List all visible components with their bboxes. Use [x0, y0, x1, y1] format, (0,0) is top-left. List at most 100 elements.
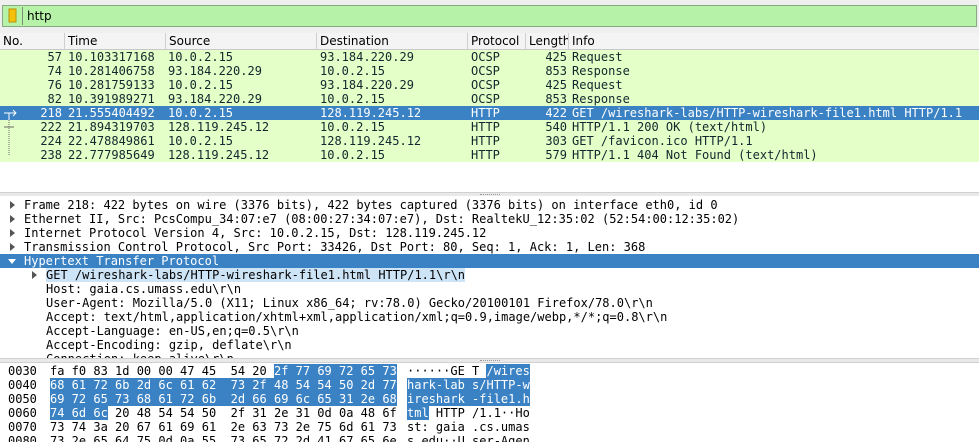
packet-cell-src: 10.0.2.15 [168, 78, 234, 92]
packet-details-tree[interactable]: Frame 218: 422 bytes on wire (3376 bits)… [0, 196, 979, 358]
detail-tree-label: Internet Protocol Version 4, Src: 10.0.2… [24, 226, 487, 240]
detail-tree-label: Transmission Control Protocol, Src Port:… [24, 240, 646, 254]
packet-cell-info: GET /favicon.ico HTTP/1.1 [572, 134, 753, 148]
packet-row[interactable]: 57 10.103317168 10.0.2.15 93.184.220.29 OCSP… [0, 50, 979, 64]
detail-tree-item[interactable]: Host: gaia.cs.umass.edu\r\n [0, 282, 979, 296]
hex-ascii[interactable]: s.edu··U ser-Agen [407, 434, 530, 442]
packet-cell-src: 93.184.220.29 [168, 92, 262, 106]
collapsed-arrow-icon[interactable] [8, 243, 16, 251]
hex-bytes[interactable]: fa f0 83 1d 00 00 47 45 54 20 2f 77 69 7… [50, 364, 397, 378]
packet-cell-len: 579 [545, 148, 567, 162]
packet-cell-dst: 93.184.220.29 [320, 50, 414, 64]
packet-cell-len: 422 [545, 106, 567, 120]
hex-bytes-highlighted: 68 61 72 6b 2d 6c 61 62 73 2f 48 54 54 5… [50, 378, 397, 392]
related-response-icon [8, 148, 10, 155]
packet-cell-time: 10.281759133 [68, 78, 155, 92]
detail-tree-item[interactable]: Hypertext Transfer Protocol [0, 254, 979, 268]
detail-tree-item[interactable]: Accept: text/html,application/xhtml+xml,… [0, 310, 979, 324]
hex-ascii[interactable]: tml HTTP /1.1··Ho [407, 406, 530, 420]
hex-ascii[interactable]: st: gaia .cs.umas [407, 420, 530, 434]
detail-tree-label: GET /wireshark-labs/HTTP-wireshark-file1… [46, 268, 466, 282]
packet-row[interactable]: 76 10.281759133 10.0.2.15 93.184.220.29 OCSP… [0, 78, 979, 92]
hex-row: 0060 74 6d 6c 20 48 54 54 50 2f 31 2e 31 … [0, 406, 979, 420]
hex-ascii-plain: ······GE T [407, 364, 487, 378]
packet-cell-src: 128.119.245.12 [168, 120, 270, 134]
hex-ascii[interactable]: hark-lab s/HTTP-w [407, 378, 530, 392]
packet-list-header: No. Time Source Destination Protocol Len… [0, 33, 979, 50]
packet-cell-len: 853 [545, 64, 567, 78]
hex-bytes-highlighted: 74 6d 6c [50, 406, 108, 420]
collapsed-arrow-icon[interactable] [8, 215, 16, 223]
packet-cell-proto: OCSP [471, 78, 500, 92]
column-header-source[interactable]: Source [166, 33, 317, 50]
collapsed-arrow-icon[interactable] [30, 271, 38, 279]
hex-ascii[interactable]: ······GE T /wires [407, 364, 530, 378]
packet-cell-time: 21.555404492 [68, 106, 155, 120]
hex-offset: 0060 [8, 406, 37, 420]
bookmark-icon[interactable] [6, 8, 19, 24]
packet-cell-time: 10.391989271 [68, 92, 155, 106]
column-header-protocol[interactable]: Protocol [468, 33, 526, 50]
detail-tree-item[interactable]: GET /wireshark-labs/HTTP-wireshark-file1… [0, 268, 979, 282]
hex-ascii-plain: s.edu··U ser-Agen [407, 434, 530, 442]
packet-cell-no: 57 [47, 50, 62, 64]
hex-bytes-highlighted: 69 72 65 73 68 61 72 6b 2d 66 69 6c 65 3… [50, 392, 397, 406]
collapsed-arrow-icon[interactable] [8, 229, 16, 237]
column-header-no[interactable]: No. [0, 33, 65, 50]
related-response-icon [4, 120, 14, 134]
packet-cell-len: 425 [545, 78, 567, 92]
packet-bytes-pane[interactable]: 0030 fa f0 83 1d 00 00 47 45 54 20 2f 77 … [0, 363, 979, 442]
column-header-length[interactable]: Length [526, 33, 569, 50]
column-header-destination[interactable]: Destination [317, 33, 468, 50]
detail-tree-label: User-Agent: Mozilla/5.0 (X11; Linux x86_… [46, 296, 653, 310]
expanded-arrow-icon[interactable] [8, 257, 16, 265]
packet-cell-info: Request [572, 50, 623, 64]
column-header-info[interactable]: Info [569, 33, 979, 50]
hex-bytes[interactable]: 69 72 65 73 68 61 72 6b 2d 66 69 6c 65 3… [50, 392, 397, 406]
hex-bytes[interactable]: 74 6d 6c 20 48 54 54 50 2f 31 2e 31 0d 0… [50, 406, 397, 420]
packet-row[interactable]: 218 21.555404492 10.0.2.15 128.119.245.12 HT… [0, 106, 979, 120]
column-header-time[interactable]: Time [65, 33, 166, 50]
hex-bytes[interactable]: 73 2e 65 64 75 0d 0a 55 73 65 72 2d 41 6… [50, 434, 397, 442]
hex-bytes[interactable]: 73 74 3a 20 67 61 69 61 2e 63 73 2e 75 6… [50, 420, 397, 434]
hex-ascii-highlighted: hark-lab s/HTTP-w [407, 378, 530, 392]
detail-tree-item[interactable]: Accept-Encoding: gzip, deflate\r\n [0, 338, 979, 352]
detail-tree-item[interactable]: Accept-Language: en-US,en;q=0.5\r\n [0, 324, 979, 338]
detail-tree-label: Frame 218: 422 bytes on wire (3376 bits)… [24, 198, 718, 212]
packet-cell-no: 76 [47, 78, 62, 92]
hex-offset: 0030 [8, 364, 37, 378]
collapsed-arrow-icon[interactable] [8, 201, 16, 209]
packet-row[interactable]: 238 22.777985649 128.119.245.12 10.0.2.15 HT… [0, 148, 979, 162]
packet-cell-len: 540 [545, 120, 567, 134]
packet-cell-time: 10.103317168 [68, 50, 155, 64]
packet-cell-len: 303 [545, 134, 567, 148]
hex-ascii[interactable]: ireshark -file1.h [407, 392, 530, 406]
display-filter-input[interactable] [27, 7, 967, 25]
packet-cell-dst: 10.0.2.15 [320, 120, 386, 134]
packet-cell-proto: OCSP [471, 50, 500, 64]
packet-cell-info: HTTP/1.1 404 Not Found (text/html) [572, 148, 818, 162]
packet-cell-no: 82 [47, 92, 62, 106]
hex-bytes[interactable]: 68 61 72 6b 2d 6c 61 62 73 2f 48 54 54 5… [50, 378, 397, 392]
detail-tree-label: Hypertext Transfer Protocol [24, 254, 220, 268]
packet-row[interactable]: 222 21.894319703 128.119.245.12 10.0.2.15 HT… [0, 120, 979, 134]
packet-cell-proto: HTTP [471, 134, 500, 148]
packet-row[interactable]: 74 10.281406758 93.184.220.29 10.0.2.15 OCSP… [0, 64, 979, 78]
hex-offset: 0070 [8, 420, 37, 434]
detail-tree-label: Ethernet II, Src: PcsCompu_34:07:e7 (08:… [24, 212, 740, 226]
display-filter-box[interactable] [2, 5, 977, 27]
detail-tree-item[interactable]: Transmission Control Protocol, Src Port:… [0, 240, 979, 254]
packet-cell-proto: HTTP [471, 120, 500, 134]
detail-tree-item[interactable]: Frame 218: 422 bytes on wire (3376 bits)… [0, 198, 979, 212]
packet-row[interactable]: 224 22.478849861 10.0.2.15 128.119.245.12 HT… [0, 134, 979, 148]
detail-tree-label: Accept: text/html,application/xhtml+xml,… [46, 310, 668, 324]
detail-tree-item[interactable]: Internet Protocol Version 4, Src: 10.0.2… [0, 226, 979, 240]
hex-offset: 0050 [8, 392, 37, 406]
hex-ascii-tail: HTTP /1.1··Ho [428, 406, 530, 420]
detail-tree-item[interactable]: Ethernet II, Src: PcsCompu_34:07:e7 (08:… [0, 212, 979, 226]
packet-row[interactable]: 82 10.391989271 93.184.220.29 10.0.2.15 OCSP… [0, 92, 979, 106]
detail-tree-item[interactable]: User-Agent: Mozilla/5.0 (X11; Linux x86_… [0, 296, 979, 310]
packet-cell-info: Response [572, 64, 630, 78]
hex-bytes-plain: 73 74 3a 20 67 61 69 61 2e 63 73 2e 75 6… [50, 420, 397, 434]
packet-list[interactable]: No. Time Source Destination Protocol Len… [0, 33, 979, 193]
